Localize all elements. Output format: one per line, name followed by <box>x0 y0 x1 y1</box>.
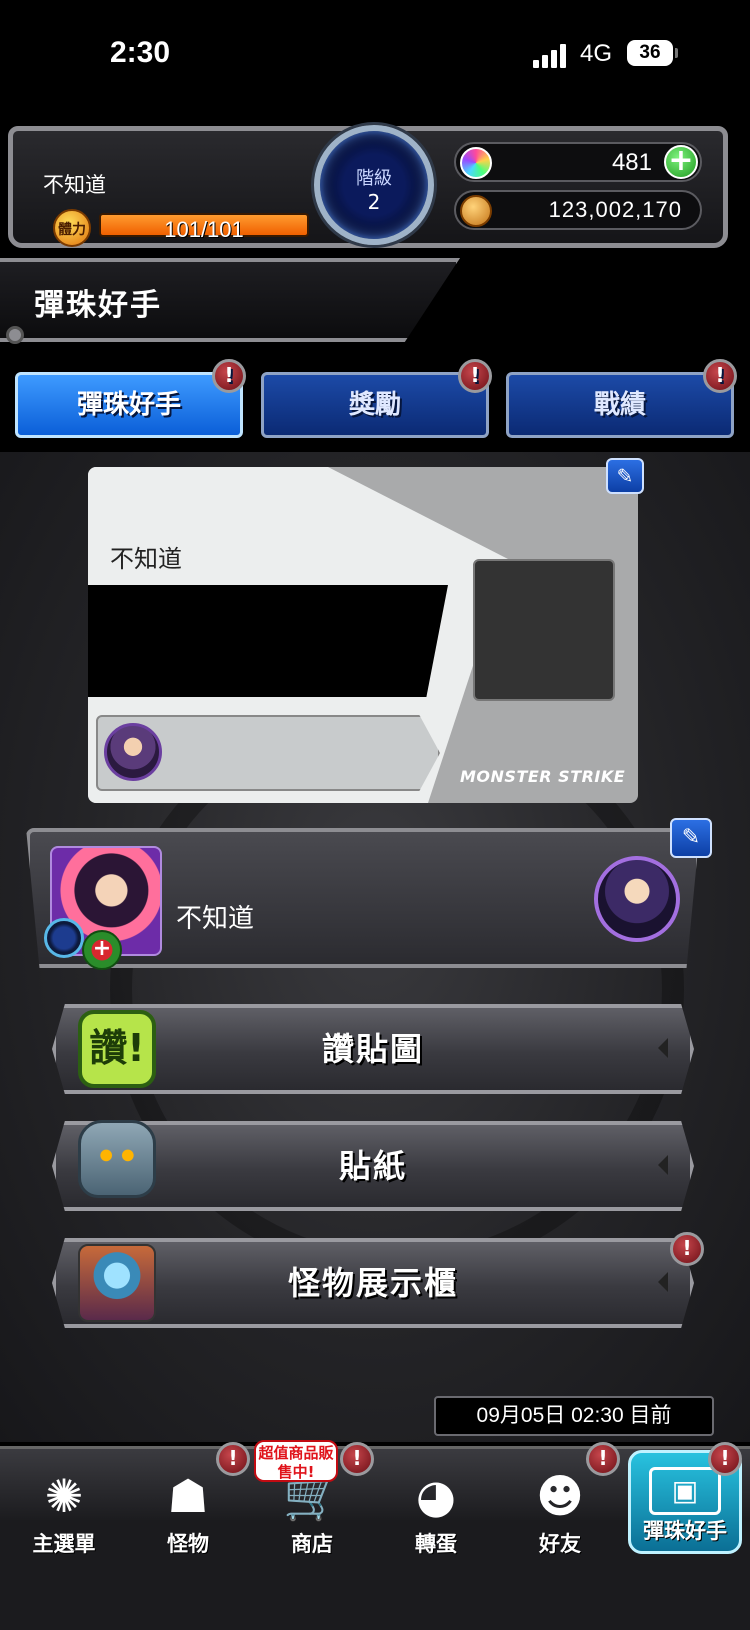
status-time: 2:30 <box>110 36 171 69</box>
card-player-name: 不知道 <box>110 545 182 573</box>
nav-label: 彈珠好手 <box>643 1519 727 1543</box>
profile-card[interactable]: 不知道 MONSTER STRIKE <box>88 467 638 803</box>
player-name: 不知道 <box>43 173 106 197</box>
stamina-value: 101/101 <box>164 217 244 242</box>
tab-label: 獎勵 <box>348 390 401 420</box>
tab-label: 彈珠好手 <box>76 390 181 420</box>
gem-counter: 481 + <box>454 142 702 182</box>
alert-icon: ! <box>708 1442 742 1476</box>
nav-gacha[interactable]: ◕ 轉蛋 <box>374 1456 498 1566</box>
monster-icon: ☗ <box>167 1469 209 1523</box>
tab-label: 戰績 <box>593 390 646 420</box>
row-player-name: 不知道 <box>176 904 255 934</box>
rank-value: 2 <box>367 190 381 214</box>
card-photo-slot <box>473 559 615 701</box>
rainbow-gem-icon <box>460 147 492 179</box>
gem-value: 481 <box>611 149 652 176</box>
network-type: 4G <box>580 40 613 67</box>
nav-main-menu[interactable]: ✺ 主選單 <box>2 1456 126 1566</box>
nav-label: 商店 <box>291 1532 333 1556</box>
battery-icon: 36 <box>627 40 678 66</box>
stamina-icon: 體力 <box>53 209 91 247</box>
chevron-left-icon <box>658 1038 668 1058</box>
card-comment-box <box>88 585 448 697</box>
alert-icon: ! <box>340 1442 374 1476</box>
alert-icon: ! <box>212 359 246 393</box>
rank-orb[interactable]: 階級 2 <box>314 125 434 245</box>
rank-label: 階級 <box>356 168 392 189</box>
edit-card-button[interactable]: ✎ <box>606 458 644 494</box>
alert-icon: ! <box>670 1232 704 1266</box>
signal-icon <box>533 44 569 68</box>
friends-icon: ☻ <box>536 1469 584 1523</box>
alert-icon: ! <box>216 1442 250 1476</box>
main-menu-icon: ✺ <box>44 1469 84 1523</box>
chevron-left-icon <box>658 1272 668 1292</box>
alert-icon: ! <box>703 359 737 393</box>
monster-display-icon <box>78 1244 156 1322</box>
avatar <box>104 723 162 781</box>
timestamp: 09月05日 02:30 目前 <box>434 1396 714 1436</box>
status-bar: 2:30 4G 36 <box>0 0 750 110</box>
like-badge-icon: 讚! <box>78 1010 156 1088</box>
tab-player[interactable]: 彈珠好手 ! <box>15 359 246 438</box>
alert-icon: ! <box>458 359 492 393</box>
avatar[interactable] <box>594 856 680 942</box>
tab-rewards[interactable]: 獎勵 ! <box>261 359 492 438</box>
egg-icon: ◕ <box>415 1469 457 1523</box>
page-title: 彈珠好手 <box>34 288 162 323</box>
pencil-icon: ✎ <box>616 464 634 488</box>
add-gem-button[interactable]: + <box>664 145 698 179</box>
nav-label: 主選單 <box>32 1532 96 1556</box>
player-card-icon: ▣ <box>649 1467 721 1515</box>
nav-label: 好友 <box>539 1532 581 1556</box>
nav-label: 轉蛋 <box>415 1532 457 1556</box>
bolt-icon <box>6 326 24 344</box>
promo-badge[interactable]: 超值商品販售中! <box>254 1440 338 1482</box>
gold-coin-icon <box>460 195 492 227</box>
dragon-sticker-icon <box>78 1120 156 1198</box>
pencil-icon: ✎ <box>681 825 701 850</box>
plus-icon: + <box>82 930 122 970</box>
card-brand: MONSTER STRIKE <box>460 767 626 786</box>
edit-player-button[interactable]: ✎ <box>670 818 712 858</box>
gold-value: 123,002,170 <box>548 197 682 222</box>
alert-icon: ! <box>586 1442 620 1476</box>
gold-counter: 123,002,170 <box>454 190 702 230</box>
nav-label: 怪物 <box>167 1532 209 1556</box>
chevron-left-icon <box>658 1155 668 1175</box>
water-element-icon <box>44 918 84 958</box>
tab-records[interactable]: 戰績 ! <box>506 359 737 438</box>
